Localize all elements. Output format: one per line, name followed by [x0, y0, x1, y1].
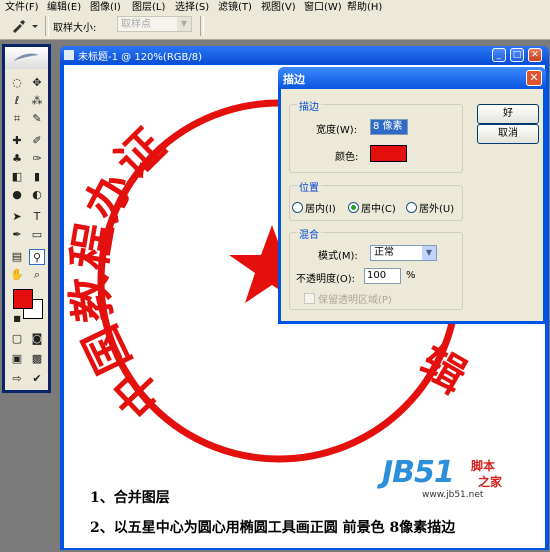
document-icon: [64, 50, 74, 60]
sample-size-value: 取样点: [121, 19, 151, 30]
options-separator: [45, 16, 49, 36]
standard-mode-icon[interactable]: ▢: [9, 331, 25, 347]
blur-tool-icon[interactable]: ●: [9, 187, 25, 203]
type-tool-icon[interactable]: T: [29, 209, 45, 225]
menu-filter[interactable]: 滤镜(T): [218, 0, 252, 11]
blend-group-label: 混合: [297, 226, 321, 241]
dodge-tool-icon[interactable]: ◐: [29, 187, 45, 203]
jump-to-imageready-icon[interactable]: ⇨: [9, 371, 25, 387]
mode-value: 正常: [374, 247, 394, 258]
width-label: 宽度(W):: [316, 125, 358, 136]
sample-size-label: 取样大小:: [53, 23, 97, 34]
cancel-button[interactable]: 取消: [477, 124, 539, 144]
menu-image[interactable]: 图像(I): [90, 0, 121, 11]
notes-tool-icon[interactable]: ▤: [9, 249, 25, 265]
caption-line-2: 2、以五星中心为圆心用椭圆工具画正圆 前景色 8像素描边: [90, 520, 456, 536]
stroke-group: 描边 宽度(W): 8 像素 颜色:: [289, 98, 463, 173]
brush-tool-icon[interactable]: ✐: [29, 133, 45, 149]
document-title-bar[interactable]: 未标题-1 @ 120%(RGB/8) _ □ ✕: [60, 46, 549, 64]
jb51-brand: JB51: [382, 455, 455, 490]
menu-view[interactable]: 视图(V): [261, 0, 296, 11]
path-selection-tool-icon[interactable]: ➤: [9, 209, 25, 225]
opacity-unit: %: [406, 270, 416, 281]
menu-layer[interactable]: 图层(L): [132, 0, 165, 11]
stroke-color-swatch[interactable]: [370, 145, 407, 162]
seal-text: 中国教程办证: [64, 117, 175, 428]
svg-text:中国教程办证: 中国教程办证: [64, 117, 177, 428]
stroke-dialog: 描边 ✕ 好 取消 描边 宽度(W): 8 像素 颜色: 位置 居内(I) 居中…: [278, 67, 546, 324]
foreground-color-swatch[interactable]: [13, 289, 33, 309]
eyedropper-tool-preset-icon[interactable]: [10, 19, 40, 33]
preserve-transparency-checkbox[interactable]: 保留透明区域(P): [304, 291, 392, 306]
location-outside-radio[interactable]: 居外(U): [406, 200, 454, 215]
history-brush-tool-icon[interactable]: ✑: [29, 151, 45, 167]
location-group-label: 位置: [297, 179, 321, 194]
opacity-input[interactable]: 100: [364, 268, 401, 284]
jb51-url: www.jb51.net: [422, 490, 484, 500]
check-icon[interactable]: ✔: [29, 371, 45, 387]
menu-bar: 文件(F) 编辑(E) 图像(I) 图层(L) 选择(S) 滤镜(T) 视图(V…: [0, 0, 550, 11]
options-bar: 取样大小: 取样点 ▼: [0, 11, 550, 40]
healing-brush-tool-icon[interactable]: ✚: [9, 133, 25, 149]
mode-label: 模式(M):: [318, 251, 358, 262]
gradient-tool-icon[interactable]: ▮: [29, 169, 45, 185]
ok-button[interactable]: 好: [477, 104, 539, 124]
mode-select[interactable]: 正常 ▼: [370, 245, 437, 261]
chevron-down-icon: ▼: [422, 246, 436, 260]
location-group: 位置 居内(I) 居中(C) 居外(U): [289, 179, 463, 221]
menu-file[interactable]: 文件(F): [5, 0, 39, 11]
dialog-title: 描边: [283, 73, 305, 86]
dialog-close-button[interactable]: ✕: [526, 70, 542, 86]
width-input[interactable]: 8 像素: [370, 119, 408, 135]
minimize-button[interactable]: _: [492, 48, 506, 62]
stroke-group-label: 描边: [297, 98, 321, 113]
toolbox: ◌ ✥ ℓ ⁂ ⌗ ✎ ✚ ✐ ♣ ✑ ◧ ▮ ● ◐ ➤ T ✒ ▭ ▤ ⚲ …: [2, 44, 51, 393]
close-button[interactable]: ✕: [528, 48, 542, 62]
lasso-tool-icon[interactable]: ℓ: [9, 93, 25, 109]
chevron-down-icon: ▼: [177, 17, 191, 31]
menu-select[interactable]: 选择(S): [175, 0, 209, 11]
jb51-tag-1: 脚本: [471, 459, 496, 473]
quick-mask-mode-icon[interactable]: ◙: [29, 331, 45, 347]
magic-wand-tool-icon[interactable]: ⁂: [29, 93, 45, 109]
color-label: 颜色:: [335, 152, 359, 163]
clone-stamp-tool-icon[interactable]: ♣: [9, 151, 25, 167]
marquee-tool-icon[interactable]: ◌: [9, 75, 25, 91]
hand-tool-icon[interactable]: ✋: [9, 267, 25, 283]
eraser-tool-icon[interactable]: ◧: [9, 169, 25, 185]
jb51-logo: JB51 脚本 之家 www.jb51.net: [382, 455, 542, 505]
zoom-tool-icon[interactable]: ⌕: [29, 267, 45, 283]
document-title: 未标题-1 @ 120%(RGB/8): [78, 52, 203, 63]
jb51-tag-2: 之家: [478, 475, 503, 489]
screen-mode-standard-icon[interactable]: ▣: [9, 351, 25, 367]
eyedropper-tool-icon[interactable]: ⚲: [29, 249, 45, 265]
menu-window[interactable]: 窗口(W): [304, 0, 342, 11]
caption-line-1: 1、合并图层: [90, 490, 170, 506]
dialog-title-bar[interactable]: 描边 ✕: [278, 67, 546, 89]
menu-help[interactable]: 帮助(H): [347, 0, 382, 11]
crop-tool-icon[interactable]: ⌗: [9, 111, 25, 127]
menu-edit[interactable]: 编辑(E): [47, 0, 81, 11]
maximize-button[interactable]: □: [510, 48, 524, 62]
location-inside-radio[interactable]: 居内(I): [292, 200, 336, 215]
default-colors-icon[interactable]: ■: [9, 311, 25, 327]
screen-mode-full-icon[interactable]: ▩: [29, 351, 45, 367]
sample-size-select[interactable]: 取样点 ▼: [117, 16, 192, 32]
shape-tool-icon[interactable]: ▭: [29, 227, 45, 243]
opacity-label: 不透明度(O):: [296, 274, 356, 285]
move-tool-icon[interactable]: ✥: [29, 75, 45, 91]
pen-tool-icon[interactable]: ✒: [9, 227, 25, 243]
location-center-radio[interactable]: 居中(C): [348, 200, 396, 215]
options-separator: [200, 16, 204, 36]
blend-group: 混合 模式(M): 正常 ▼ 不透明度(O): 100 % 保留透明区域(P): [289, 226, 463, 310]
slice-tool-icon[interactable]: ✎: [29, 111, 45, 127]
feather-logo-icon: [13, 53, 39, 61]
toolbox-header: [5, 47, 48, 69]
